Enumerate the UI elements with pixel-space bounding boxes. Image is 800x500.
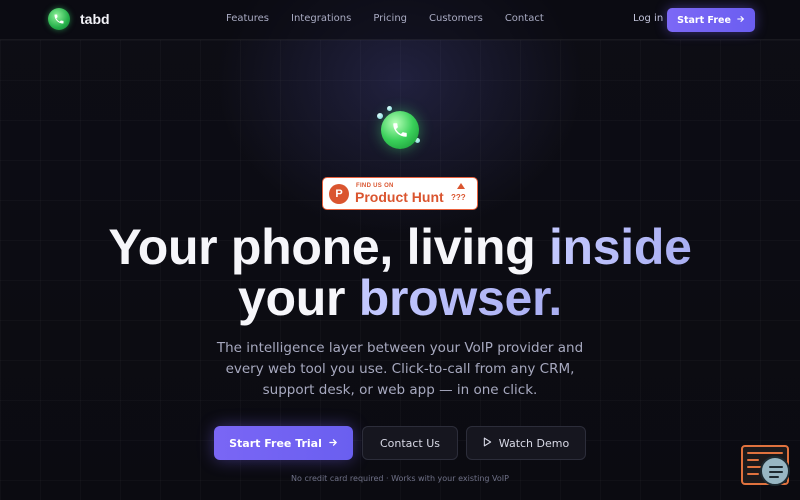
secondary-cta-label: Contact Us bbox=[379, 436, 441, 450]
hero-footnote: No credit card required · Works with you… bbox=[291, 474, 509, 483]
brand-logo[interactable]: tabd bbox=[48, 8, 110, 30]
hero-headline: Your phone, living inside your browser. bbox=[0, 222, 800, 324]
nav-link-customers[interactable]: Customers bbox=[429, 13, 483, 24]
phone-bubble-icon bbox=[381, 111, 419, 149]
upvote-arrow-icon bbox=[457, 183, 465, 189]
nav-start-free-button[interactable]: Start Free bbox=[667, 8, 755, 32]
chat-bubble-icon[interactable] bbox=[760, 456, 790, 486]
nav-cta-label: Start Free bbox=[677, 14, 731, 26]
product-hunt-badge[interactable]: P FIND US ON Product Hunt ??? bbox=[322, 177, 478, 210]
nav-links: Features Integrations Pricing Customers … bbox=[226, 13, 566, 24]
product-hunt-logo-icon: P bbox=[329, 184, 349, 204]
bubble-line bbox=[769, 476, 779, 478]
headline-line2-accent: browser. bbox=[358, 270, 563, 326]
primary-cta-label: Start Free Trial bbox=[229, 436, 322, 450]
start-free-trial-button[interactable]: Start Free Trial bbox=[214, 426, 353, 460]
bubble-decoration bbox=[377, 113, 383, 119]
arrow-right-icon bbox=[737, 15, 745, 26]
nav-link-features[interactable]: Features bbox=[226, 13, 269, 24]
hero-subtext: The intelligence layer between your VoIP… bbox=[216, 340, 584, 398]
widget-bar bbox=[747, 473, 759, 475]
phone-bubble-icon bbox=[48, 8, 70, 30]
contact-us-button[interactable]: Contact Us bbox=[362, 426, 458, 460]
nav-link-pricing[interactable]: Pricing bbox=[373, 13, 407, 24]
widget-bar bbox=[747, 452, 783, 454]
arrow-right-icon bbox=[329, 437, 338, 450]
headline-line1-accent: inside bbox=[548, 219, 692, 275]
bubble-line bbox=[769, 471, 783, 473]
play-icon bbox=[483, 437, 492, 450]
bubble-line bbox=[769, 466, 783, 468]
headline-line2-plain: your bbox=[238, 270, 359, 326]
watch-demo-button[interactable]: Watch Demo bbox=[466, 426, 586, 460]
nav-link-contact[interactable]: Contact bbox=[505, 13, 544, 24]
headline-line1-plain: Your phone, living bbox=[108, 219, 549, 275]
ph-upvote-count: ??? bbox=[451, 193, 466, 202]
bubble-decoration bbox=[387, 106, 392, 111]
brand-name: tabd bbox=[80, 11, 110, 27]
ph-big-text: Product Hunt bbox=[355, 189, 444, 205]
login-link[interactable]: Log in bbox=[633, 13, 663, 24]
demo-cta-label: Watch Demo bbox=[498, 436, 570, 450]
top-nav: tabd Features Integrations Pricing Custo… bbox=[0, 0, 800, 40]
widget-bar bbox=[747, 459, 759, 461]
nav-link-integrations[interactable]: Integrations bbox=[291, 13, 351, 24]
